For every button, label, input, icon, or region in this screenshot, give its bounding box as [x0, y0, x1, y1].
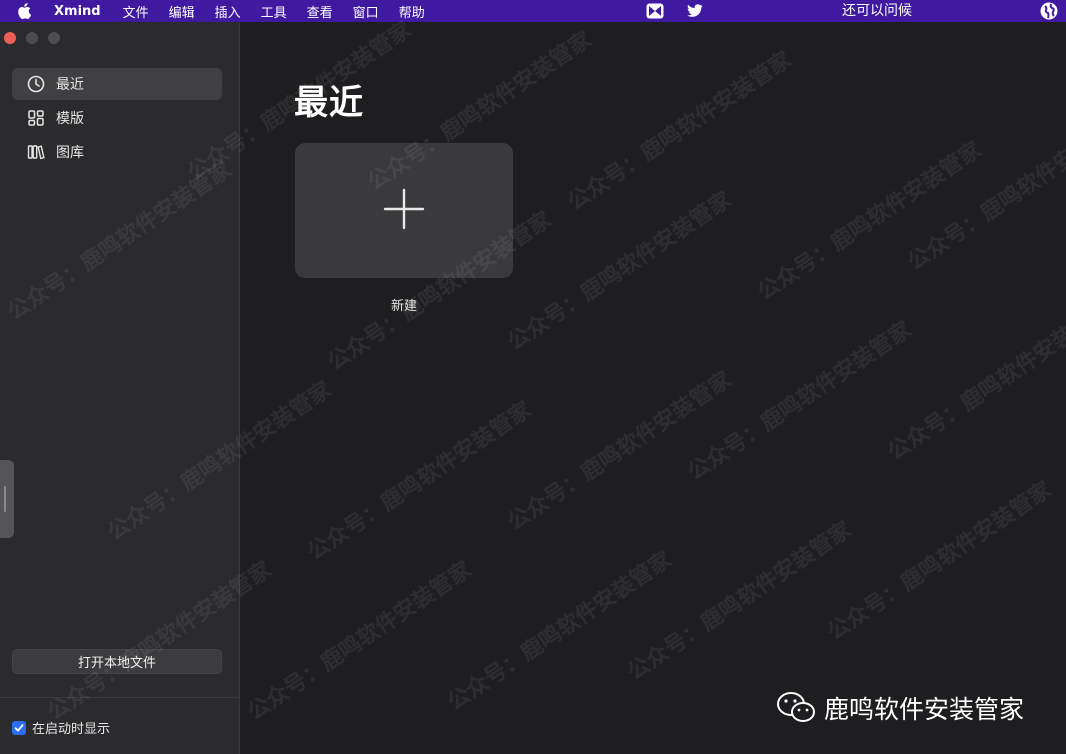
sidebar-resize-handle[interactable]	[0, 460, 14, 538]
menu-help[interactable]: 帮助	[399, 2, 425, 21]
page-title: 最近	[294, 83, 364, 123]
open-local-file-button[interactable]: 打开本地文件	[12, 649, 222, 674]
show-on-startup-row[interactable]: 在启动时显示	[12, 718, 110, 737]
menu-file[interactable]: 文件	[123, 2, 149, 21]
globe-icon[interactable]	[1040, 2, 1058, 20]
app-name-menu[interactable]: Xmind	[54, 4, 101, 19]
menu-tools[interactable]: 工具	[261, 2, 287, 21]
brand-text: 鹿鸣软件安装管家	[824, 695, 1025, 724]
bowtie-app-icon[interactable]	[645, 2, 665, 20]
clock-icon	[26, 74, 46, 94]
sidebar-item-label: 最近	[56, 77, 84, 93]
status-icons	[645, 0, 725, 22]
twitter-bird-icon[interactable]	[685, 2, 705, 20]
xmind-window: Xmind 文件 编辑 插入 工具 查看 窗口 帮助 还可以问候 最近 模版 图…	[0, 0, 1066, 754]
macos-menu-bar: Xmind 文件 编辑 插入 工具 查看 窗口 帮助 还可以问候	[0, 0, 1066, 22]
sidebar-item-label: 图库	[56, 145, 84, 161]
menu-view[interactable]: 查看	[307, 2, 333, 21]
brand-watermark: 鹿鸣软件安装管家	[776, 690, 1024, 726]
sidebar-divider	[0, 697, 240, 698]
window-minimize-button[interactable]	[26, 32, 38, 44]
wechat-icon	[776, 691, 818, 725]
menu-insert[interactable]: 插入	[215, 2, 241, 21]
main-content: 最近 新建	[241, 22, 1066, 754]
grid-icon	[26, 108, 46, 128]
menu-edit[interactable]: 编辑	[169, 2, 195, 21]
menubar-status-text[interactable]: 还可以问候	[842, 0, 912, 22]
sidebar-item-recent[interactable]: 最近	[12, 68, 222, 100]
plus-icon	[383, 188, 425, 234]
new-file-label: 新建	[390, 299, 417, 314]
sidebar-item-templates[interactable]: 模版	[12, 102, 222, 134]
show-on-startup-checkbox[interactable]	[12, 720, 26, 735]
library-icon	[26, 142, 46, 162]
new-file-card[interactable]	[295, 143, 513, 278]
apple-icon[interactable]	[16, 3, 32, 19]
sidebar: 最近 模版 图库 打开本地文件 在启动时显示	[0, 22, 240, 754]
sidebar-item-library[interactable]: 图库	[12, 136, 222, 168]
window-zoom-button[interactable]	[48, 32, 60, 44]
window-close-button[interactable]	[4, 32, 16, 44]
menu-window[interactable]: 窗口	[353, 2, 379, 21]
show-on-startup-label: 在启动时显示	[32, 722, 111, 737]
sidebar-item-label: 模版	[56, 111, 84, 127]
